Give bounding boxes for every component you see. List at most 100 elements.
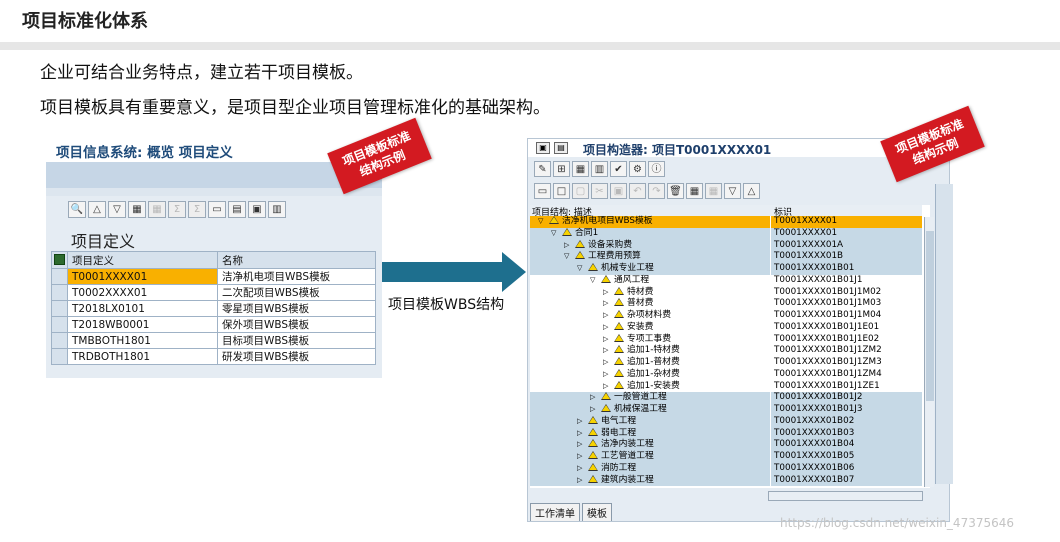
- binoculars-next-icon[interactable]: ▦: [148, 201, 166, 218]
- paste-icon[interactable]: ▣: [610, 183, 627, 199]
- expand-toggle-icon[interactable]: ▽: [538, 216, 543, 228]
- expand-toggle-icon[interactable]: ▷: [603, 310, 608, 322]
- expand-toggle-icon[interactable]: ▷: [577, 439, 582, 451]
- tree-node-description[interactable]: ▷ 追加1-特材费: [530, 345, 770, 357]
- table-row[interactable]: T0001XXXX01 洁净机电项目WBS模板: [51, 268, 376, 285]
- tree-node[interactable]: ▷ 安装费 T0001XXXX01B01J1E01: [530, 321, 922, 334]
- tree-node[interactable]: ▷ 设备采购费 T0001XXXX01A: [530, 239, 922, 252]
- column-header-name[interactable]: 名称: [217, 251, 376, 269]
- expand-toggle-icon[interactable]: ▽: [551, 228, 556, 240]
- tree-node[interactable]: ▷ 机械保温工程 T0001XXXX01B01J3: [530, 404, 922, 416]
- expand-toggle-icon[interactable]: ▷: [577, 428, 582, 440]
- tree-node[interactable]: ▷ 杂项材料费 T0001XXXX01B01J1M04: [530, 310, 922, 322]
- grid-icon[interactable]: ▥: [591, 161, 608, 177]
- tree-node[interactable]: ▷ 专项工事费 T0001XXXX01B01J1E02: [530, 333, 922, 346]
- views-icon[interactable]: ▤: [228, 201, 246, 218]
- tree-node-description[interactable]: ▷ 电气工程: [530, 415, 770, 428]
- select-all-button[interactable]: [51, 251, 68, 269]
- row-selector[interactable]: [51, 348, 68, 365]
- row-selector[interactable]: [51, 284, 68, 301]
- layout-icon[interactable]: ▥: [268, 201, 286, 218]
- project-id-cell[interactable]: T2018LX0101: [67, 300, 218, 317]
- tree-node[interactable]: ▷ 消防工程 T0001XXXX01B06: [530, 462, 922, 475]
- expand-toggle-icon[interactable]: ▷: [577, 416, 582, 428]
- collapse-icon[interactable]: ▽: [724, 183, 741, 199]
- tree-node-description[interactable]: ▷ 建筑内装工程: [530, 474, 770, 487]
- tree-node[interactable]: ▷ 特材费 T0001XXXX01B01J1M02: [530, 286, 922, 299]
- tree-node[interactable]: ▽ 机械专业工程 T0001XXXX01B01: [530, 263, 922, 275]
- check-icon[interactable]: ✔: [610, 161, 627, 177]
- expand-toggle-icon[interactable]: ▷: [603, 322, 608, 334]
- expand-toggle-icon[interactable]: ▷: [603, 298, 608, 310]
- tree-node[interactable]: ▷ 弱电工程 T0001XXXX01B03: [530, 427, 922, 440]
- scroll-thumb[interactable]: [926, 231, 934, 401]
- row-selector[interactable]: [51, 268, 68, 285]
- structure-icon[interactable]: ⊞: [553, 161, 570, 177]
- tree-node-description[interactable]: ▷ 洁净内装工程: [530, 439, 770, 451]
- tree-node-description[interactable]: ▽ 洁净机电项目WBS模板: [530, 216, 770, 228]
- table-row[interactable]: TRDBOTH1801 研发项目WBS模板: [51, 348, 376, 365]
- tree-node[interactable]: ▽ 工程费用预算 T0001XXXX01B: [530, 251, 922, 263]
- binoculars-icon[interactable]: ▦: [128, 201, 146, 218]
- expand-toggle-icon[interactable]: ▷: [603, 345, 608, 357]
- tree-node-description[interactable]: ▽ 通风工程: [530, 274, 770, 287]
- system-icon[interactable]: ▤: [554, 142, 568, 154]
- sort-icon[interactable]: △: [88, 201, 106, 218]
- tree-node-description[interactable]: ▷ 专项工事费: [530, 333, 770, 346]
- tree-node-description[interactable]: ▷ 设备采购费: [530, 239, 770, 252]
- expand-toggle-icon[interactable]: ▷: [577, 451, 582, 463]
- expand-toggle-icon[interactable]: ▷: [590, 392, 595, 404]
- new-icon[interactable]: □: [553, 183, 570, 199]
- tree-node-description[interactable]: ▽ 机械专业工程: [530, 263, 770, 275]
- expand-icon[interactable]: △: [743, 183, 760, 199]
- tree-node[interactable]: ▽ 通风工程 T0001XXXX01B01J1: [530, 274, 922, 287]
- tree-node-description[interactable]: ▽ 工程费用预算: [530, 251, 770, 263]
- expand-toggle-icon[interactable]: ▷: [577, 463, 582, 475]
- tree-node-description[interactable]: ▷ 追加1-安装费: [530, 380, 770, 393]
- tree-node-description[interactable]: ▷ 杂项材料费: [530, 310, 770, 322]
- hierarchy-icon[interactable]: ▦: [572, 161, 589, 177]
- expand-toggle-icon[interactable]: ▷: [603, 357, 608, 369]
- info-icon[interactable]: ⓘ: [648, 161, 665, 177]
- tree-node[interactable]: ▷ 追加1-杂材费 T0001XXXX01B01J1ZM4: [530, 368, 922, 381]
- expand-toggle-icon[interactable]: ▷: [590, 404, 595, 416]
- project-id-cell[interactable]: T2018WB0001: [67, 316, 218, 333]
- expand-toggle-icon[interactable]: ▷: [603, 369, 608, 381]
- expand-toggle-icon[interactable]: ▽: [590, 275, 595, 287]
- row-selector[interactable]: [51, 300, 68, 317]
- subtotal-icon[interactable]: Σ: [188, 201, 206, 218]
- tree-node[interactable]: ▽ 合同1 T0001XXXX01: [530, 227, 922, 240]
- row-selector[interactable]: [51, 316, 68, 333]
- tree-node-description[interactable]: ▽ 合同1: [530, 227, 770, 240]
- expand-toggle-icon[interactable]: ▷: [603, 287, 608, 299]
- tree-node-description[interactable]: ▷ 一般管道工程: [530, 392, 770, 404]
- delete-icon[interactable]: 🗑: [667, 183, 684, 199]
- tab-template[interactable]: 模板: [582, 503, 612, 521]
- tree-node[interactable]: ▷ 追加1-安装费 T0001XXXX01B01J1ZE1: [530, 380, 922, 393]
- tree-node-description[interactable]: ▷ 追加1-杂材费: [530, 368, 770, 381]
- tree-node[interactable]: ▷ 追加1-特材费 T0001XXXX01B01J1ZM2: [530, 345, 922, 357]
- tree-node[interactable]: ▷ 工艺管道工程 T0001XXXX01B05: [530, 451, 922, 463]
- expand-toggle-icon[interactable]: ▷: [603, 334, 608, 346]
- expand-toggle-icon[interactable]: ▽: [564, 251, 569, 263]
- column-header-id[interactable]: 项目定义: [67, 251, 218, 269]
- menu-icon[interactable]: ▣: [536, 142, 550, 154]
- tree-node-description[interactable]: ▷ 追加1-普材费: [530, 357, 770, 369]
- find-next-icon[interactable]: ▦: [705, 183, 722, 199]
- vertical-scrollbar[interactable]: [924, 217, 934, 487]
- table-row[interactable]: T0002XXXX01 二次配项目WBS模板: [51, 284, 376, 301]
- table-row[interactable]: T2018WB0001 保外项目WBS模板: [51, 316, 376, 333]
- table-row[interactable]: TMBBOTH1801 目标项目WBS模板: [51, 332, 376, 349]
- horizontal-scrollbar[interactable]: [768, 491, 923, 501]
- copy-icon[interactable]: ▢: [572, 183, 589, 199]
- tree-node[interactable]: ▽ 洁净机电项目WBS模板 T0001XXXX01: [530, 216, 922, 228]
- filter-icon[interactable]: ▽: [108, 201, 126, 218]
- cut-icon[interactable]: ✂: [591, 183, 608, 199]
- edit-icon[interactable]: ✎: [534, 161, 551, 177]
- project-id-cell[interactable]: TRDBOTH1801: [67, 348, 218, 365]
- export-icon[interactable]: ▣: [248, 201, 266, 218]
- print-icon[interactable]: ▭: [208, 201, 226, 218]
- open-folder-icon[interactable]: ▭: [534, 183, 551, 199]
- sum-icon[interactable]: Σ: [168, 201, 186, 218]
- tree-node-description[interactable]: ▷ 机械保温工程: [530, 404, 770, 416]
